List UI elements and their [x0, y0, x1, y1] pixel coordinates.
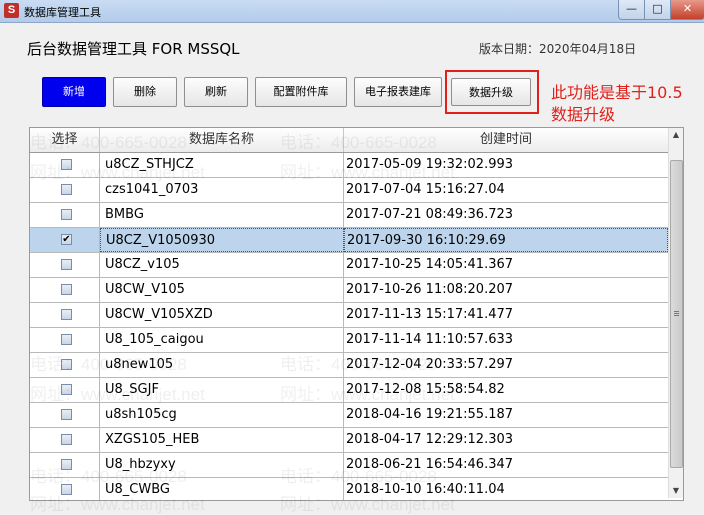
select-cell [30, 278, 100, 302]
annotation-line-1: 此功能是基于10.5 [551, 83, 683, 102]
table-row[interactable]: U8_105_caigou 2017-11-14 11:10:57.633 [30, 328, 668, 353]
select-cell [30, 328, 100, 352]
config-attachment-db-button[interactable]: 配置附件库 [255, 77, 347, 107]
maximize-button[interactable]: □ [644, 0, 671, 20]
select-cell: ✔ [30, 228, 100, 252]
db-name-cell: u8new105 [100, 353, 344, 377]
created-time-cell: 2017-07-21 08:49:36.723 [346, 207, 514, 222]
row-checkbox[interactable] [61, 459, 72, 470]
table-row[interactable]: BMBG 2017-07-21 08:49:36.723 [30, 203, 668, 228]
db-name-cell: U8_SGJF [100, 378, 344, 402]
row-checkbox[interactable]: ✔ [61, 234, 72, 245]
select-cell [30, 378, 100, 402]
table-row[interactable]: u8new105 2017-12-04 20:33:57.297 [30, 353, 668, 378]
title-bar: S 数据库管理工具 — □ ✕ [0, 0, 704, 23]
db-name-cell: U8CW_V105XZD [100, 303, 344, 327]
db-name-cell: BMBG [100, 203, 344, 227]
table-row[interactable]: U8CW_V105 2017-10-26 11:08:20.207 [30, 278, 668, 303]
delete-button[interactable]: 删除 [113, 77, 177, 107]
created-time-cell: 2018-04-17 12:29:12.303 [346, 432, 514, 447]
row-checkbox[interactable] [61, 284, 72, 295]
row-checkbox[interactable] [61, 159, 72, 170]
table-body: u8CZ_STHJCZ 2017-05-09 19:32:02.993 czs104… [30, 153, 668, 500]
created-time-cell: 2017-09-30 16:10:29.69 [344, 228, 668, 252]
created-time-cell: 2017-05-09 19:32:02.993 [346, 157, 514, 172]
created-time-cell: 2018-10-10 16:40:11.04 [346, 482, 505, 497]
scroll-up-arrow-icon[interactable]: ▲ [669, 128, 683, 142]
column-header-db-name[interactable]: 数据库名称 [100, 128, 344, 152]
created-time-cell: 2018-04-16 19:21:55.187 [346, 407, 514, 422]
select-cell [30, 153, 100, 177]
row-checkbox[interactable] [61, 309, 72, 320]
annotation-line-2: 数据升级 [551, 105, 616, 124]
select-cell [30, 453, 100, 477]
created-time-cell: 2017-10-26 11:08:20.207 [346, 282, 514, 297]
created-time-cell: 2017-07-04 15:16:27.04 [346, 182, 505, 197]
new-button[interactable]: 新增 [42, 77, 106, 107]
scroll-down-arrow-icon[interactable]: ▼ [669, 484, 683, 498]
refresh-button[interactable]: 刷新 [184, 77, 248, 107]
table-header: 选择 数据库名称 创建时间 [30, 128, 668, 153]
db-name-cell: U8CZ_v105 [100, 253, 344, 277]
row-checkbox[interactable] [61, 209, 72, 220]
annotation-note: 此功能是基于10.5 数据升级 [551, 82, 701, 126]
scroll-thumb[interactable] [670, 160, 683, 468]
row-checkbox[interactable] [61, 259, 72, 270]
app-title: 后台数据管理工具 FOR MSSQL [27, 40, 240, 58]
select-cell [30, 353, 100, 377]
row-checkbox[interactable] [61, 484, 72, 495]
created-time-cell: 2017-12-08 15:58:54.82 [346, 382, 505, 397]
db-name-cell: U8CW_V105 [100, 278, 344, 302]
column-header-created-time[interactable]: 创建时间 [344, 128, 668, 152]
create-report-db-button[interactable]: 电子报表建库 [354, 77, 442, 107]
app-logo-icon: S [4, 3, 19, 18]
table-row[interactable]: u8CZ_STHJCZ 2017-05-09 19:32:02.993 [30, 153, 668, 178]
db-name-cell: czs1041_0703 [100, 178, 344, 202]
row-checkbox[interactable] [61, 359, 72, 370]
data-upgrade-button[interactable]: 数据升级 [451, 78, 531, 106]
table-row[interactable]: U8CW_V105XZD 2017-11-13 15:17:41.477 [30, 303, 668, 328]
column-header-select[interactable]: 选择 [30, 128, 100, 152]
version-date: 版本日期：2020年04月18日 [479, 42, 637, 56]
select-cell [30, 203, 100, 227]
table-row[interactable]: U8CZ_v105 2017-10-25 14:05:41.367 [30, 253, 668, 278]
select-cell [30, 303, 100, 327]
table-row[interactable]: ✔ U8CZ_V1050930 2017-09-30 16:10:29.69 [30, 228, 668, 253]
close-button[interactable]: ✕ [670, 0, 704, 20]
database-table: 选择 数据库名称 创建时间 u8CZ_STHJCZ 2017-05-09 19:3… [29, 127, 684, 501]
vertical-scrollbar[interactable]: ▲ ▼ [668, 128, 683, 498]
created-time-cell: 2017-12-04 20:33:57.297 [346, 357, 514, 372]
db-name-cell: U8_105_caigou [100, 328, 344, 352]
db-name-cell: u8sh105cg [100, 403, 344, 427]
table-row[interactable]: U8_CWBG 2018-10-10 16:40:11.04 [30, 478, 668, 500]
table-row[interactable]: czs1041_0703 2017-07-04 15:16:27.04 [30, 178, 668, 203]
table-row[interactable]: U8_hbzyxy 2018-06-21 16:54:46.347 [30, 453, 668, 478]
select-cell [30, 178, 100, 202]
created-time-cell: 2018-06-21 16:54:46.347 [346, 457, 514, 472]
created-time-cell: 2017-10-25 14:05:41.367 [346, 257, 514, 272]
db-name-cell: U8_CWBG [100, 478, 344, 500]
created-time-cell: 2017-11-13 15:17:41.477 [346, 307, 514, 322]
select-cell [30, 253, 100, 277]
db-name-cell: U8CZ_V1050930 [100, 228, 344, 252]
created-time-cell: 2017-11-14 11:10:57.633 [346, 332, 514, 347]
select-cell [30, 478, 100, 500]
select-cell [30, 428, 100, 452]
select-cell [30, 403, 100, 427]
row-checkbox[interactable] [61, 434, 72, 445]
row-checkbox[interactable] [61, 184, 72, 195]
table-row[interactable]: u8sh105cg 2018-04-16 19:21:55.187 [30, 403, 668, 428]
db-name-cell: U8_hbzyxy [100, 453, 344, 477]
db-name-cell: u8CZ_STHJCZ [100, 153, 344, 177]
table-row[interactable]: U8_SGJF 2017-12-08 15:58:54.82 [30, 378, 668, 403]
minimize-button[interactable]: — [618, 0, 645, 20]
row-checkbox[interactable] [61, 384, 72, 395]
table-row[interactable]: XZGS105_HEB 2018-04-17 12:29:12.303 [30, 428, 668, 453]
row-checkbox[interactable] [61, 334, 72, 345]
row-checkbox[interactable] [61, 409, 72, 420]
window-title: 数据库管理工具 [24, 6, 101, 19]
db-name-cell: XZGS105_HEB [100, 428, 344, 452]
grip-icon [674, 311, 679, 312]
